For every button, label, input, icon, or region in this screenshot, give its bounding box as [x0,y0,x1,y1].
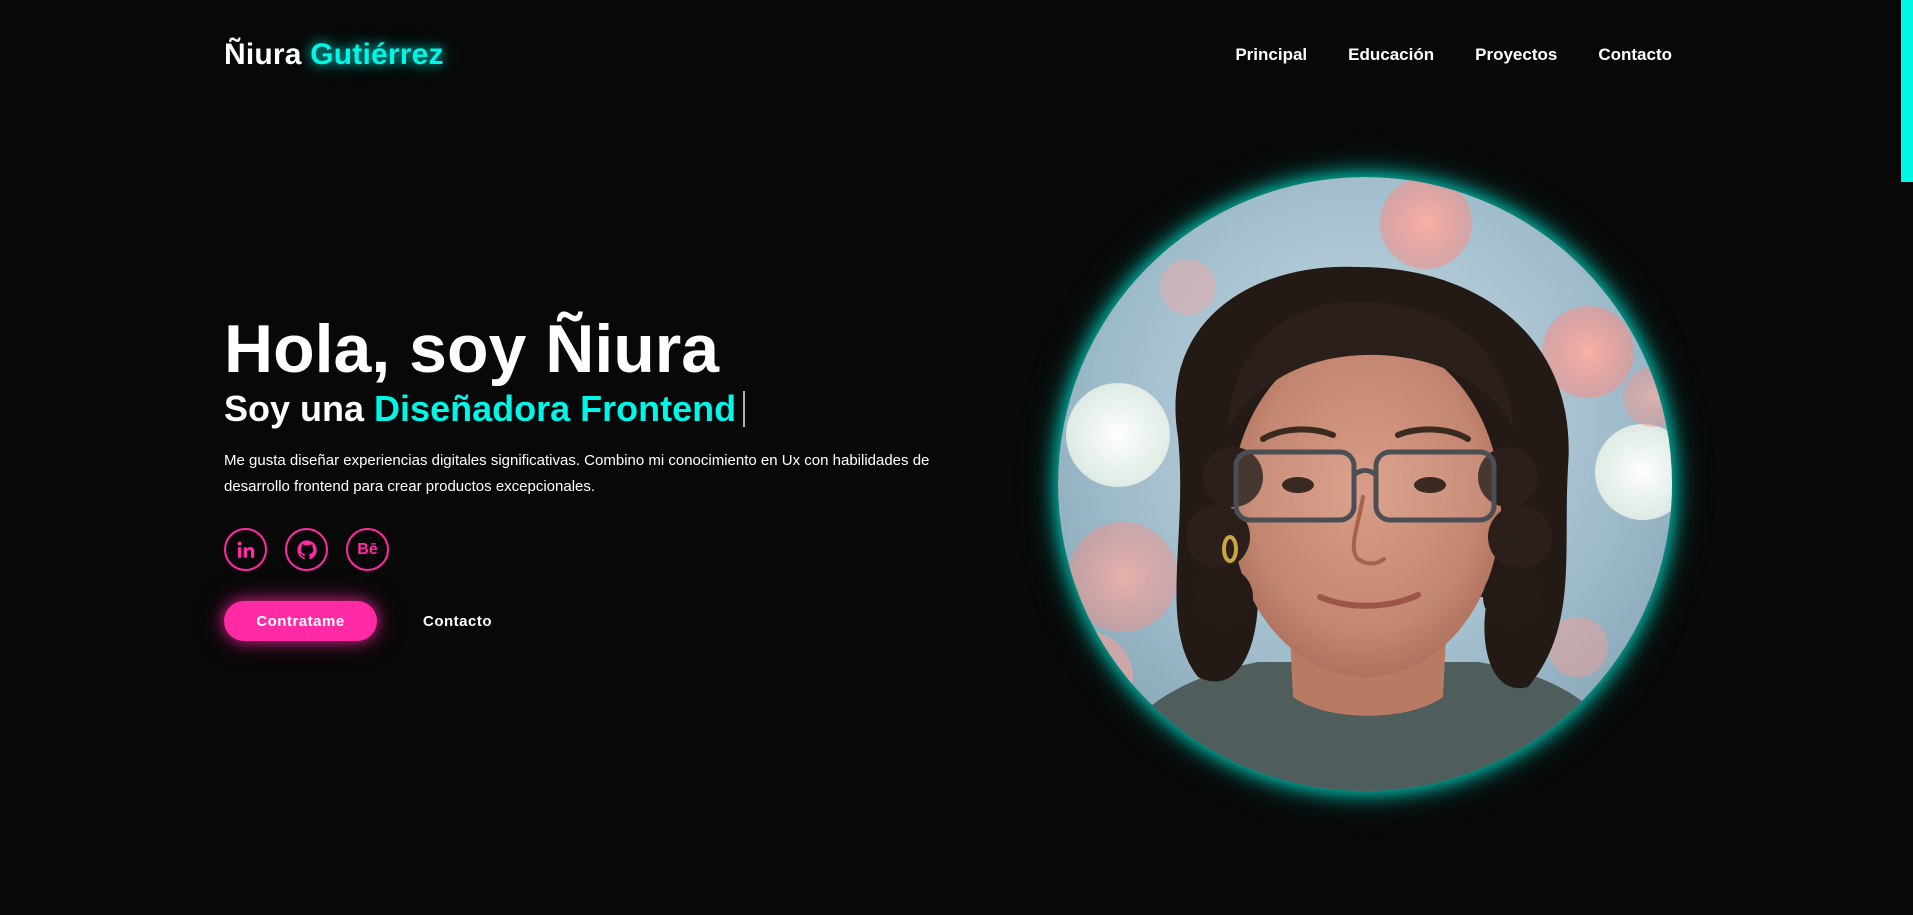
linkedin-link[interactable] [224,528,267,571]
nav-link-educacion[interactable]: Educación [1348,45,1434,65]
nav-link-contacto[interactable]: Contacto [1598,45,1672,65]
github-link[interactable] [285,528,328,571]
main-nav: Principal Educación Proyectos Contacto [1235,45,1672,65]
linkedin-icon [237,541,254,558]
subtitle-highlight: Diseñadora Frontend [374,388,737,429]
site-header: Ñiura Gutiérrez Principal Educación Proy… [224,30,1674,80]
hero-subtitle: Soy una Diseñadora Frontend [224,386,746,432]
nav-link-proyectos[interactable]: Proyectos [1475,45,1557,65]
hero-title: Hola, soy Ñiura [224,311,720,387]
typing-cursor [743,391,746,427]
subtitle-prefix: Soy una [224,388,365,429]
portrait-illustration [1058,177,1672,791]
logo-last-name: Gutiérrez [310,38,444,71]
hero-description: Me gusta diseñar experiencias digitales … [224,452,930,495]
github-icon [296,539,317,559]
hire-me-button[interactable]: Contratame [224,601,377,641]
page: Ñiura Gutiérrez Principal Educación Proy… [0,0,1913,915]
profile-photo [1058,177,1672,791]
contact-button[interactable]: Contacto [400,601,515,641]
logo-first-name: Ñiura [224,38,302,71]
scroll-indicator[interactable] [1901,0,1913,182]
behance-link[interactable]: Bē [346,528,389,571]
nav-link-principal[interactable]: Principal [1235,45,1307,65]
logo[interactable]: Ñiura Gutiérrez [224,38,444,72]
behance-icon: Bē [357,540,378,558]
social-links: Bē [224,528,389,571]
